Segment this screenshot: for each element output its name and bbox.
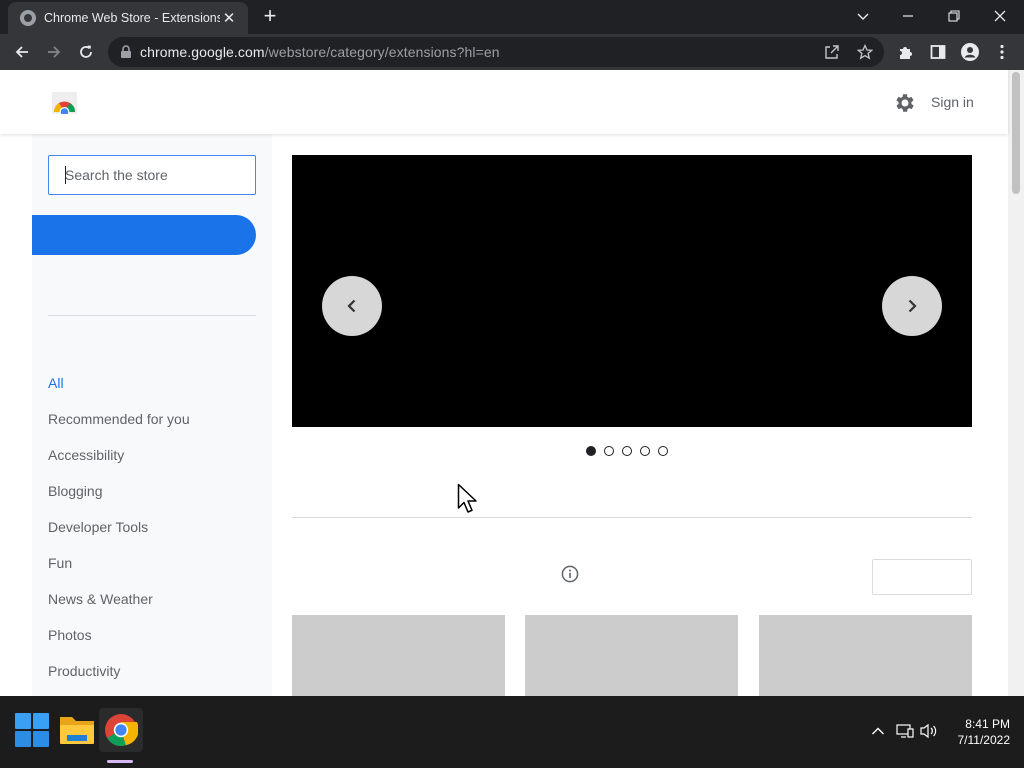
clock-date: 7/11/2022 xyxy=(957,733,1011,747)
reload-icon[interactable] xyxy=(73,39,99,65)
tray-chevron-up-icon[interactable] xyxy=(868,721,888,741)
main-content xyxy=(272,134,1008,696)
category-developer-tools[interactable]: Developer Tools xyxy=(48,518,190,554)
network-icon[interactable] xyxy=(895,721,915,741)
taskbar-clock[interactable]: 8:41 PM 7/11/2022 xyxy=(940,716,1011,748)
page-viewport: Sign in All Recommended for you Accessib… xyxy=(0,70,1024,696)
category-photos[interactable]: Photos xyxy=(48,626,190,662)
sidebar-divider xyxy=(48,315,256,316)
share-icon[interactable] xyxy=(824,44,840,60)
clock-time: 8:41 PM xyxy=(965,717,1010,731)
sidebar: All Recommended for you Accessibility Bl… xyxy=(32,134,272,696)
web-store-favicon-icon xyxy=(20,10,36,26)
tab-title: Chrome Web Store - Extensions xyxy=(44,11,220,25)
mouse-pointer-icon xyxy=(457,483,477,513)
settings-gear-icon[interactable] xyxy=(892,91,916,115)
lock-icon[interactable] xyxy=(120,45,132,59)
search-input[interactable] xyxy=(48,155,256,195)
url-path: /webstore/category/extensions?hl=en xyxy=(264,44,500,60)
store-header: Sign in xyxy=(0,70,1008,134)
carousel-indicators xyxy=(586,446,668,456)
category-list: All Recommended for you Accessibility Bl… xyxy=(48,374,190,696)
volume-icon[interactable] xyxy=(919,721,939,741)
info-icon[interactable] xyxy=(561,565,579,583)
tab-close-icon[interactable]: ✕ xyxy=(220,9,238,27)
category-accessibility[interactable]: Accessibility xyxy=(48,446,190,482)
carousel-prev-button[interactable] xyxy=(322,276,382,336)
featured-carousel[interactable] xyxy=(292,155,972,427)
extension-card[interactable] xyxy=(759,615,972,696)
minimize-icon[interactable] xyxy=(888,3,928,29)
extension-card[interactable] xyxy=(525,615,738,696)
carousel-next-button[interactable] xyxy=(882,276,942,336)
url-text: chrome.google.com/webstore/category/exte… xyxy=(140,44,500,60)
close-window-icon[interactable] xyxy=(980,3,1020,29)
scrollbar-thumb[interactable] xyxy=(1012,72,1020,194)
taskbar: 8:41 PM 7/11/2022 xyxy=(0,696,1024,768)
url-host: chrome.google.com xyxy=(140,44,265,60)
tab-strip: Chrome Web Store - Extensions ✕ + xyxy=(0,0,1024,34)
sign-in-link[interactable]: Sign in xyxy=(931,94,974,110)
profile-avatar-icon[interactable] xyxy=(957,39,983,65)
tab-chrome-web-store[interactable]: Chrome Web Store - Extensions ✕ xyxy=(8,2,248,34)
sort-dropdown[interactable] xyxy=(872,559,972,595)
category-news-weather[interactable]: News & Weather xyxy=(48,590,190,626)
address-bar[interactable]: chrome.google.com/webstore/category/exte… xyxy=(108,37,884,67)
bookmark-star-icon[interactable] xyxy=(857,44,873,60)
web-store-logo-icon[interactable] xyxy=(52,92,77,117)
category-recommended[interactable]: Recommended for you xyxy=(48,410,190,446)
active-app-indicator xyxy=(107,760,133,763)
extension-card[interactable] xyxy=(292,615,505,696)
extensions-category-button[interactable] xyxy=(32,215,256,255)
forward-icon[interactable] xyxy=(41,39,67,65)
restore-icon[interactable] xyxy=(934,3,974,29)
category-productivity[interactable]: Productivity xyxy=(48,662,190,696)
chevron-left-icon xyxy=(347,299,356,313)
new-tab-button[interactable]: + xyxy=(258,5,282,29)
category-all[interactable]: All xyxy=(48,374,190,410)
chrome-taskbar-icon[interactable] xyxy=(99,708,143,752)
chrome-menu-icon[interactable] xyxy=(989,39,1015,65)
browser-toolbar: chrome.google.com/webstore/category/exte… xyxy=(0,34,1024,70)
side-panel-icon[interactable] xyxy=(925,39,951,65)
chevron-right-icon xyxy=(908,299,917,313)
content-divider xyxy=(292,517,972,518)
windows-start-icon[interactable] xyxy=(10,708,54,752)
carousel-dot-2[interactable] xyxy=(604,446,614,456)
file-explorer-icon[interactable] xyxy=(55,708,99,752)
extensions-puzzle-icon[interactable] xyxy=(893,39,919,65)
carousel-dot-4[interactable] xyxy=(640,446,650,456)
category-fun[interactable]: Fun xyxy=(48,554,190,590)
category-blogging[interactable]: Blogging xyxy=(48,482,190,518)
carousel-dot-1[interactable] xyxy=(586,446,596,456)
carousel-dot-5[interactable] xyxy=(658,446,668,456)
back-icon[interactable] xyxy=(9,39,35,65)
page-scrollbar[interactable] xyxy=(1008,70,1024,696)
carousel-dot-3[interactable] xyxy=(622,446,632,456)
text-caret xyxy=(65,166,66,184)
tab-search-chevron-icon[interactable] xyxy=(843,3,883,29)
